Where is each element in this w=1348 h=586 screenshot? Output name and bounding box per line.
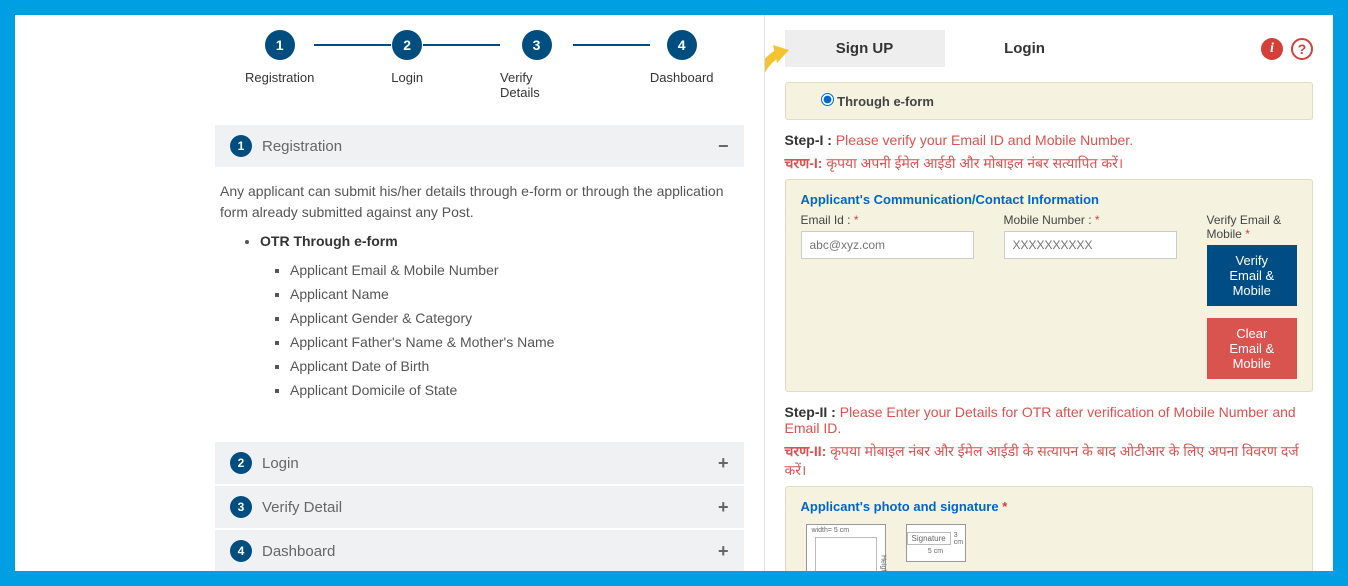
photo-placeholder: width= 5 cm Height = 6 cm Photo xyxy=(806,524,886,571)
radio-through-eform[interactable]: Through e-form xyxy=(821,94,934,109)
help-icon[interactable]: ? xyxy=(1291,38,1313,60)
info-icon[interactable]: i xyxy=(1261,38,1283,60)
plus-icon: + xyxy=(718,497,729,518)
verify-button[interactable]: Verify Email & Mobile xyxy=(1207,245,1298,306)
plus-icon: + xyxy=(718,541,729,562)
contact-info-box: Applicant's Communication/Contact Inform… xyxy=(785,179,1314,392)
clear-button[interactable]: Clear Email & Mobile xyxy=(1207,318,1298,379)
accordion-registration-header[interactable]: 1 Registration − xyxy=(215,125,744,167)
step-4-circle: 4 xyxy=(667,30,697,60)
accordion-registration-body: Any applicant can submit his/her details… xyxy=(215,169,744,422)
accordion-verify-header[interactable]: 3 Verify Detail + xyxy=(215,486,744,528)
mobile-input[interactable] xyxy=(1004,231,1177,259)
step-3-circle: 3 xyxy=(522,30,552,60)
accordion-login-header[interactable]: 2 Login + xyxy=(215,442,744,484)
through-eform-box: Through e-form xyxy=(785,82,1314,120)
photo-signature-box: Applicant's photo and signature * width=… xyxy=(785,486,1314,571)
tab-login[interactable]: Login xyxy=(945,30,1105,67)
step-1-circle: 1 xyxy=(265,30,295,60)
email-input[interactable] xyxy=(801,231,974,259)
progress-stepper: 1Registration 2Login 3Verify Details 4Da… xyxy=(215,30,744,100)
signature-placeholder: Signature3 cm 5 cm xyxy=(906,524,966,562)
tab-signup[interactable]: Sign UP xyxy=(785,30,945,67)
minus-icon: − xyxy=(718,136,729,157)
plus-icon: + xyxy=(718,453,729,474)
accordion-dashboard-header[interactable]: 4 Dashboard + xyxy=(215,530,744,571)
step-2-circle: 2 xyxy=(392,30,422,60)
